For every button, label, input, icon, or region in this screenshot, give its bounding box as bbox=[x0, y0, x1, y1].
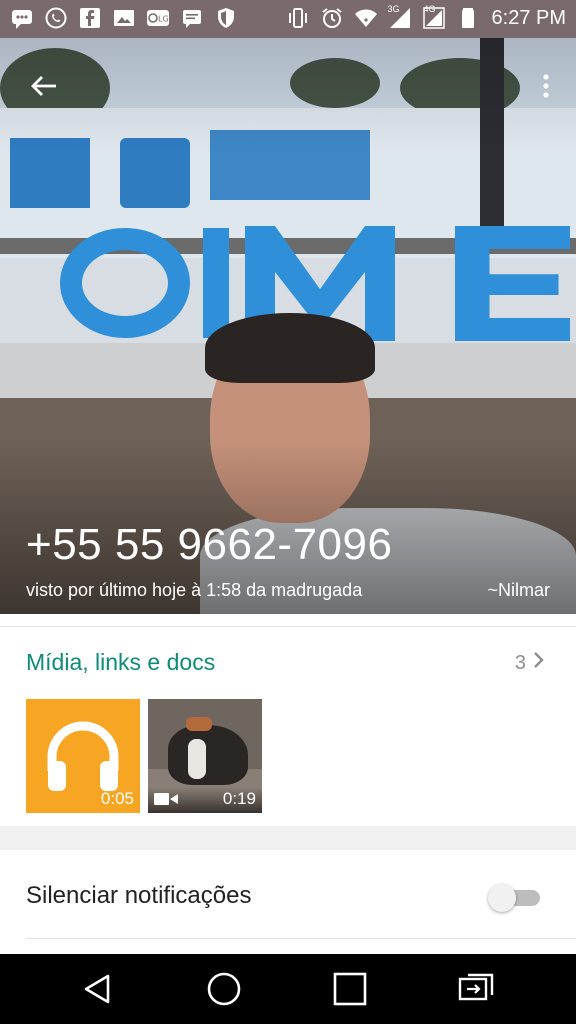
back-icon[interactable] bbox=[80, 971, 116, 1007]
network-type-label: 4G bbox=[423, 4, 436, 14]
media-title[interactable]: Mídia, links e docs bbox=[26, 649, 215, 676]
whatsapp-icon bbox=[44, 6, 68, 30]
dog bbox=[168, 725, 248, 785]
facebook-icon bbox=[78, 6, 102, 30]
back-arrow-icon[interactable] bbox=[28, 70, 60, 102]
contact-phone: +55 55 9662-7096 bbox=[26, 520, 393, 569]
switch-apps-icon[interactable] bbox=[458, 971, 494, 1007]
video-camera-icon bbox=[154, 791, 178, 807]
mute-label: Silenciar notificações bbox=[26, 882, 252, 909]
contact-nickname: ~Nilmar bbox=[487, 580, 550, 600]
alarm-icon bbox=[320, 6, 344, 30]
navigation-bar bbox=[0, 954, 576, 1024]
media-thumb-audio[interactable]: 0:05 bbox=[26, 699, 140, 813]
clock: 6:27 PM bbox=[491, 6, 566, 29]
home-icon[interactable] bbox=[206, 971, 242, 1007]
status-bar: LG 3G 4G 6:27 PM bbox=[0, 0, 576, 38]
svg-text:LG: LG bbox=[158, 15, 169, 24]
recent-apps-icon[interactable] bbox=[332, 971, 368, 1007]
shield-icon bbox=[214, 6, 238, 30]
media-count[interactable]: 3 bbox=[515, 651, 546, 675]
chat-icon bbox=[180, 6, 204, 30]
lg-icon: LG bbox=[146, 6, 170, 30]
last-seen: visto por último hoje à 1:58 da madrugad… bbox=[26, 580, 363, 600]
media-thumb-video[interactable]: 0:19 bbox=[148, 699, 262, 813]
network-type-label: 3G bbox=[387, 4, 400, 14]
wifi-icon bbox=[354, 6, 378, 30]
media-section[interactable]: Mídia, links e docs 3 0:05 0:19 bbox=[0, 626, 576, 828]
message-icon bbox=[10, 6, 34, 30]
media-duration: 0:19 bbox=[222, 789, 256, 808]
battery-icon bbox=[456, 6, 480, 30]
signal-icon: 3G bbox=[387, 4, 412, 30]
media-duration: 0:05 bbox=[100, 789, 134, 808]
image-icon bbox=[112, 6, 136, 30]
chevron-right-icon bbox=[532, 651, 546, 675]
media-count-value: 3 bbox=[514, 651, 526, 674]
divider bbox=[26, 938, 576, 939]
section-divider bbox=[0, 826, 576, 850]
more-options-icon[interactable] bbox=[540, 70, 552, 102]
mute-toggle[interactable] bbox=[488, 882, 540, 912]
vibrate-icon bbox=[286, 6, 310, 30]
signal-icon: 4G bbox=[422, 4, 446, 30]
